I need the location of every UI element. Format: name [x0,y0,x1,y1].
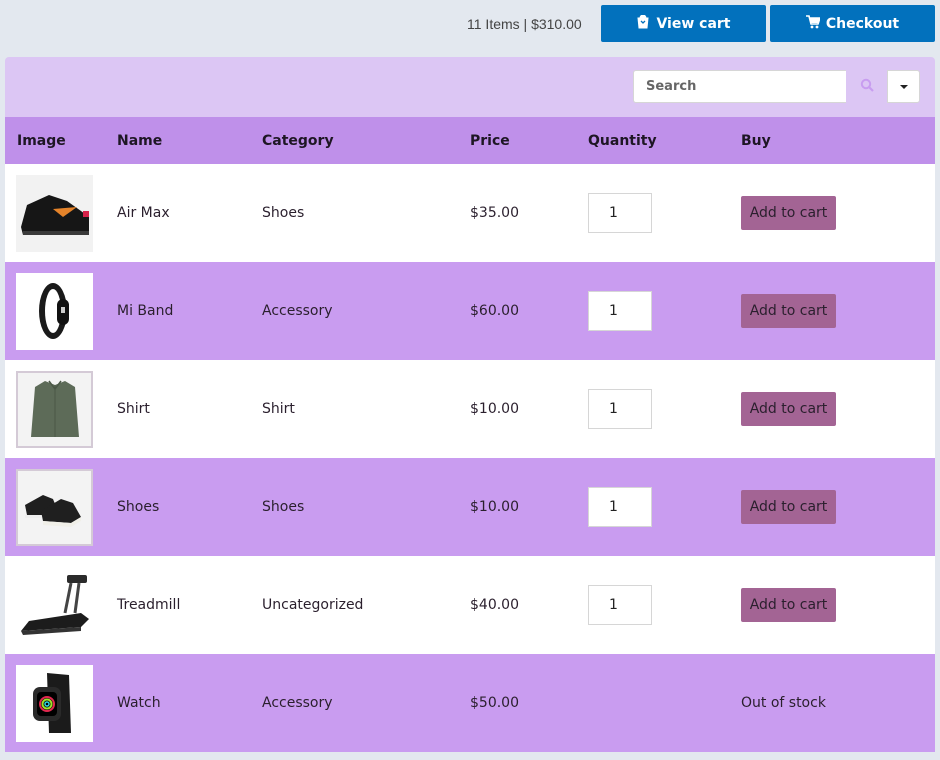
product-name: Treadmill [117,597,181,613]
treadmill-icon [20,575,89,635]
column-header-price[interactable]: Price [458,117,576,164]
quantity-input[interactable] [588,291,652,331]
search-input[interactable] [633,70,846,103]
cart-summary: 11 Items | $310.00 [467,16,582,32]
table-row: Air Max Shoes $35.00 Add to cart [5,164,935,262]
product-price: $50.00 [470,695,519,711]
product-name: Watch [117,695,161,711]
product-category: Shirt [262,401,295,417]
product-image-mi-band[interactable] [16,272,93,350]
column-header-name[interactable]: Name [105,117,250,164]
cart-bar: 11 Items | $310.00 View cart Checkout [0,5,940,43]
view-cart-label: View cart [656,15,731,32]
product-category: Shoes [262,499,305,515]
table-header-row: Image Name Category Price Quantity Buy [5,117,935,164]
product-name: Shoes [117,499,160,515]
table-row: Shoes Shoes $10.00 Add to cart [5,458,935,556]
table-row: Mi Band Accessory $60.00 Add to cart [5,262,935,360]
product-name: Mi Band [117,303,174,319]
product-category: Uncategorized [262,597,364,613]
fitness-band-icon [38,283,69,339]
product-price: $10.00 [470,499,519,515]
product-table: Image Name Category Price Quantity Buy A… [5,117,935,752]
smartwatch-icon [32,673,71,733]
quantity-input[interactable] [588,487,652,527]
add-to-cart-button[interactable]: Add to cart [741,196,836,230]
column-header-category[interactable]: Category [250,117,458,164]
canvas-shoes-icon [24,495,81,527]
checkout-button[interactable]: Checkout [770,5,935,42]
filter-dropdown-button[interactable] [887,70,920,103]
table-row: Treadmill Uncategorized $40.00 Add to ca… [5,556,935,654]
add-to-cart-button[interactable]: Add to cart [741,588,836,622]
product-name: Shirt [117,401,150,417]
product-image-treadmill[interactable] [16,566,93,644]
quantity-input[interactable] [588,585,652,625]
product-price: $35.00 [470,205,519,221]
search-group [633,70,920,103]
add-to-cart-button[interactable]: Add to cart [741,294,836,328]
add-to-cart-button[interactable]: Add to cart [741,490,836,524]
search-icon [860,78,874,95]
product-image-watch[interactable] [16,664,93,742]
caret-down-icon [899,84,908,89]
view-cart-button[interactable]: View cart [601,5,766,42]
product-price: $40.00 [470,597,519,613]
product-table-panel: Image Name Category Price Quantity Buy [5,57,935,752]
checkout-label: Checkout [825,15,900,32]
product-category: Accessory [262,303,333,319]
table-row: Shirt Shirt $10.00 Add to cart [5,360,935,458]
product-price: $60.00 [470,303,519,319]
quantity-input[interactable] [588,193,652,233]
stock-status: Out of stock [741,695,826,711]
product-category: Accessory [262,695,333,711]
table-toolbar [5,57,935,117]
column-header-image[interactable]: Image [5,117,105,164]
quantity-empty [576,654,729,752]
quantity-input[interactable] [588,389,652,429]
column-header-quantity[interactable]: Quantity [576,117,729,164]
column-header-buy[interactable]: Buy [729,117,935,164]
product-name: Air Max [117,205,170,221]
product-category: Shoes [262,205,305,221]
sneaker-icon [20,195,89,235]
product-image-shoes[interactable] [16,468,93,546]
product-price: $10.00 [470,401,519,417]
shirt-icon [30,380,79,437]
search-button[interactable] [846,70,887,103]
table-row: Watch Accessory $50.00 Out of stock [5,654,935,752]
product-image-shirt[interactable] [16,370,93,448]
shopping-cart-icon [805,14,821,33]
shopping-bag-icon [636,14,650,33]
add-to-cart-button[interactable]: Add to cart [741,392,836,426]
product-image-air-max[interactable] [16,174,93,252]
